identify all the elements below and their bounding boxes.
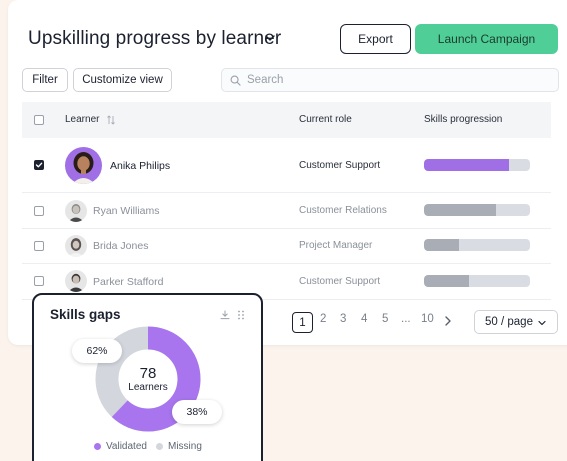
filter-button[interactable]: Filter [22,68,68,92]
legend-validated: Validated [94,441,147,452]
learner-role: Customer Support [299,276,381,287]
row-checkbox[interactable] [34,241,44,251]
select-all-checkbox[interactable] [34,115,44,125]
export-button[interactable]: Export [340,24,411,54]
donut-center-value: 78 [139,365,157,382]
row-checkbox[interactable] [34,206,44,216]
page-size-value: 50 / page [485,316,533,328]
progress-fill [424,159,509,171]
learner-name[interactable]: Ryan Williams [93,205,160,217]
page-size-select[interactable]: 50 / page [474,310,558,334]
missing-percent-label: 38% [172,400,222,424]
launch-campaign-button[interactable]: Launch Campaign [415,24,558,54]
legend-missing: Missing [156,441,202,452]
row-checkbox[interactable] [34,160,44,170]
legend-validated-label: Validated [106,441,147,452]
table-row[interactable]: Ryan Williams Customer Relations [22,193,551,229]
learner-name[interactable]: Brida Jones [93,240,148,252]
chevron-down-icon[interactable] [263,31,277,45]
donut-center-label: Learners [128,382,168,393]
legend-dot-missing [156,443,163,450]
chevron-right-icon[interactable] [443,315,453,327]
page-button[interactable]: 5 [382,313,388,325]
legend-missing-label: Missing [168,441,202,452]
pagination-ellipsis: ... [401,313,411,325]
learner-role: Customer Support [299,160,381,171]
checkmark-icon [35,162,43,168]
learner-name[interactable]: Anika Philips [110,160,170,172]
legend-dot-validated [94,443,101,450]
column-header-learner[interactable]: Learner [65,114,99,125]
row-checkbox[interactable] [34,276,44,286]
page-button[interactable]: 2 [320,313,326,325]
progress-fill [424,275,469,287]
sort-icon[interactable] [107,115,115,125]
chevron-down-icon [538,320,546,326]
column-header-skills[interactable]: Skills progression [424,114,502,125]
progress-fill [424,204,497,216]
skills-progress-bar [424,204,530,216]
progress-fill [424,239,459,251]
skills-progress-bar [424,159,530,171]
skills-progress-bar [424,275,530,287]
avatar [65,200,87,222]
avatar [65,147,102,184]
table-header: Learner Current role Skills progression [22,102,551,138]
search-icon [230,75,241,86]
avatar [65,235,87,257]
learner-name[interactable]: Parker Stafford [93,276,163,288]
page-button-current[interactable]: 1 [292,312,313,333]
search-input[interactable] [247,74,547,86]
customize-view-button[interactable]: Customize view [73,68,172,92]
search-box[interactable] [221,68,559,92]
avatar [65,270,87,292]
learner-role: Customer Relations [299,205,387,216]
column-header-role[interactable]: Current role [299,114,352,125]
page-title: Upskilling progress by learner [28,28,282,49]
skills-progress-bar [424,239,530,251]
page-button[interactable]: 10 [421,313,434,325]
page-button[interactable]: 4 [361,313,367,325]
validated-percent-label: 62% [72,339,122,363]
learner-role: Project Manager [299,240,373,251]
skills-gaps-widget: Skills gaps 78 Learners 62% 38% Validate… [32,293,263,461]
page-button[interactable]: 3 [340,313,346,325]
table-row[interactable]: Anika Philips Customer Support [22,138,551,193]
table-row[interactable]: Brida Jones Project Manager [22,229,551,264]
